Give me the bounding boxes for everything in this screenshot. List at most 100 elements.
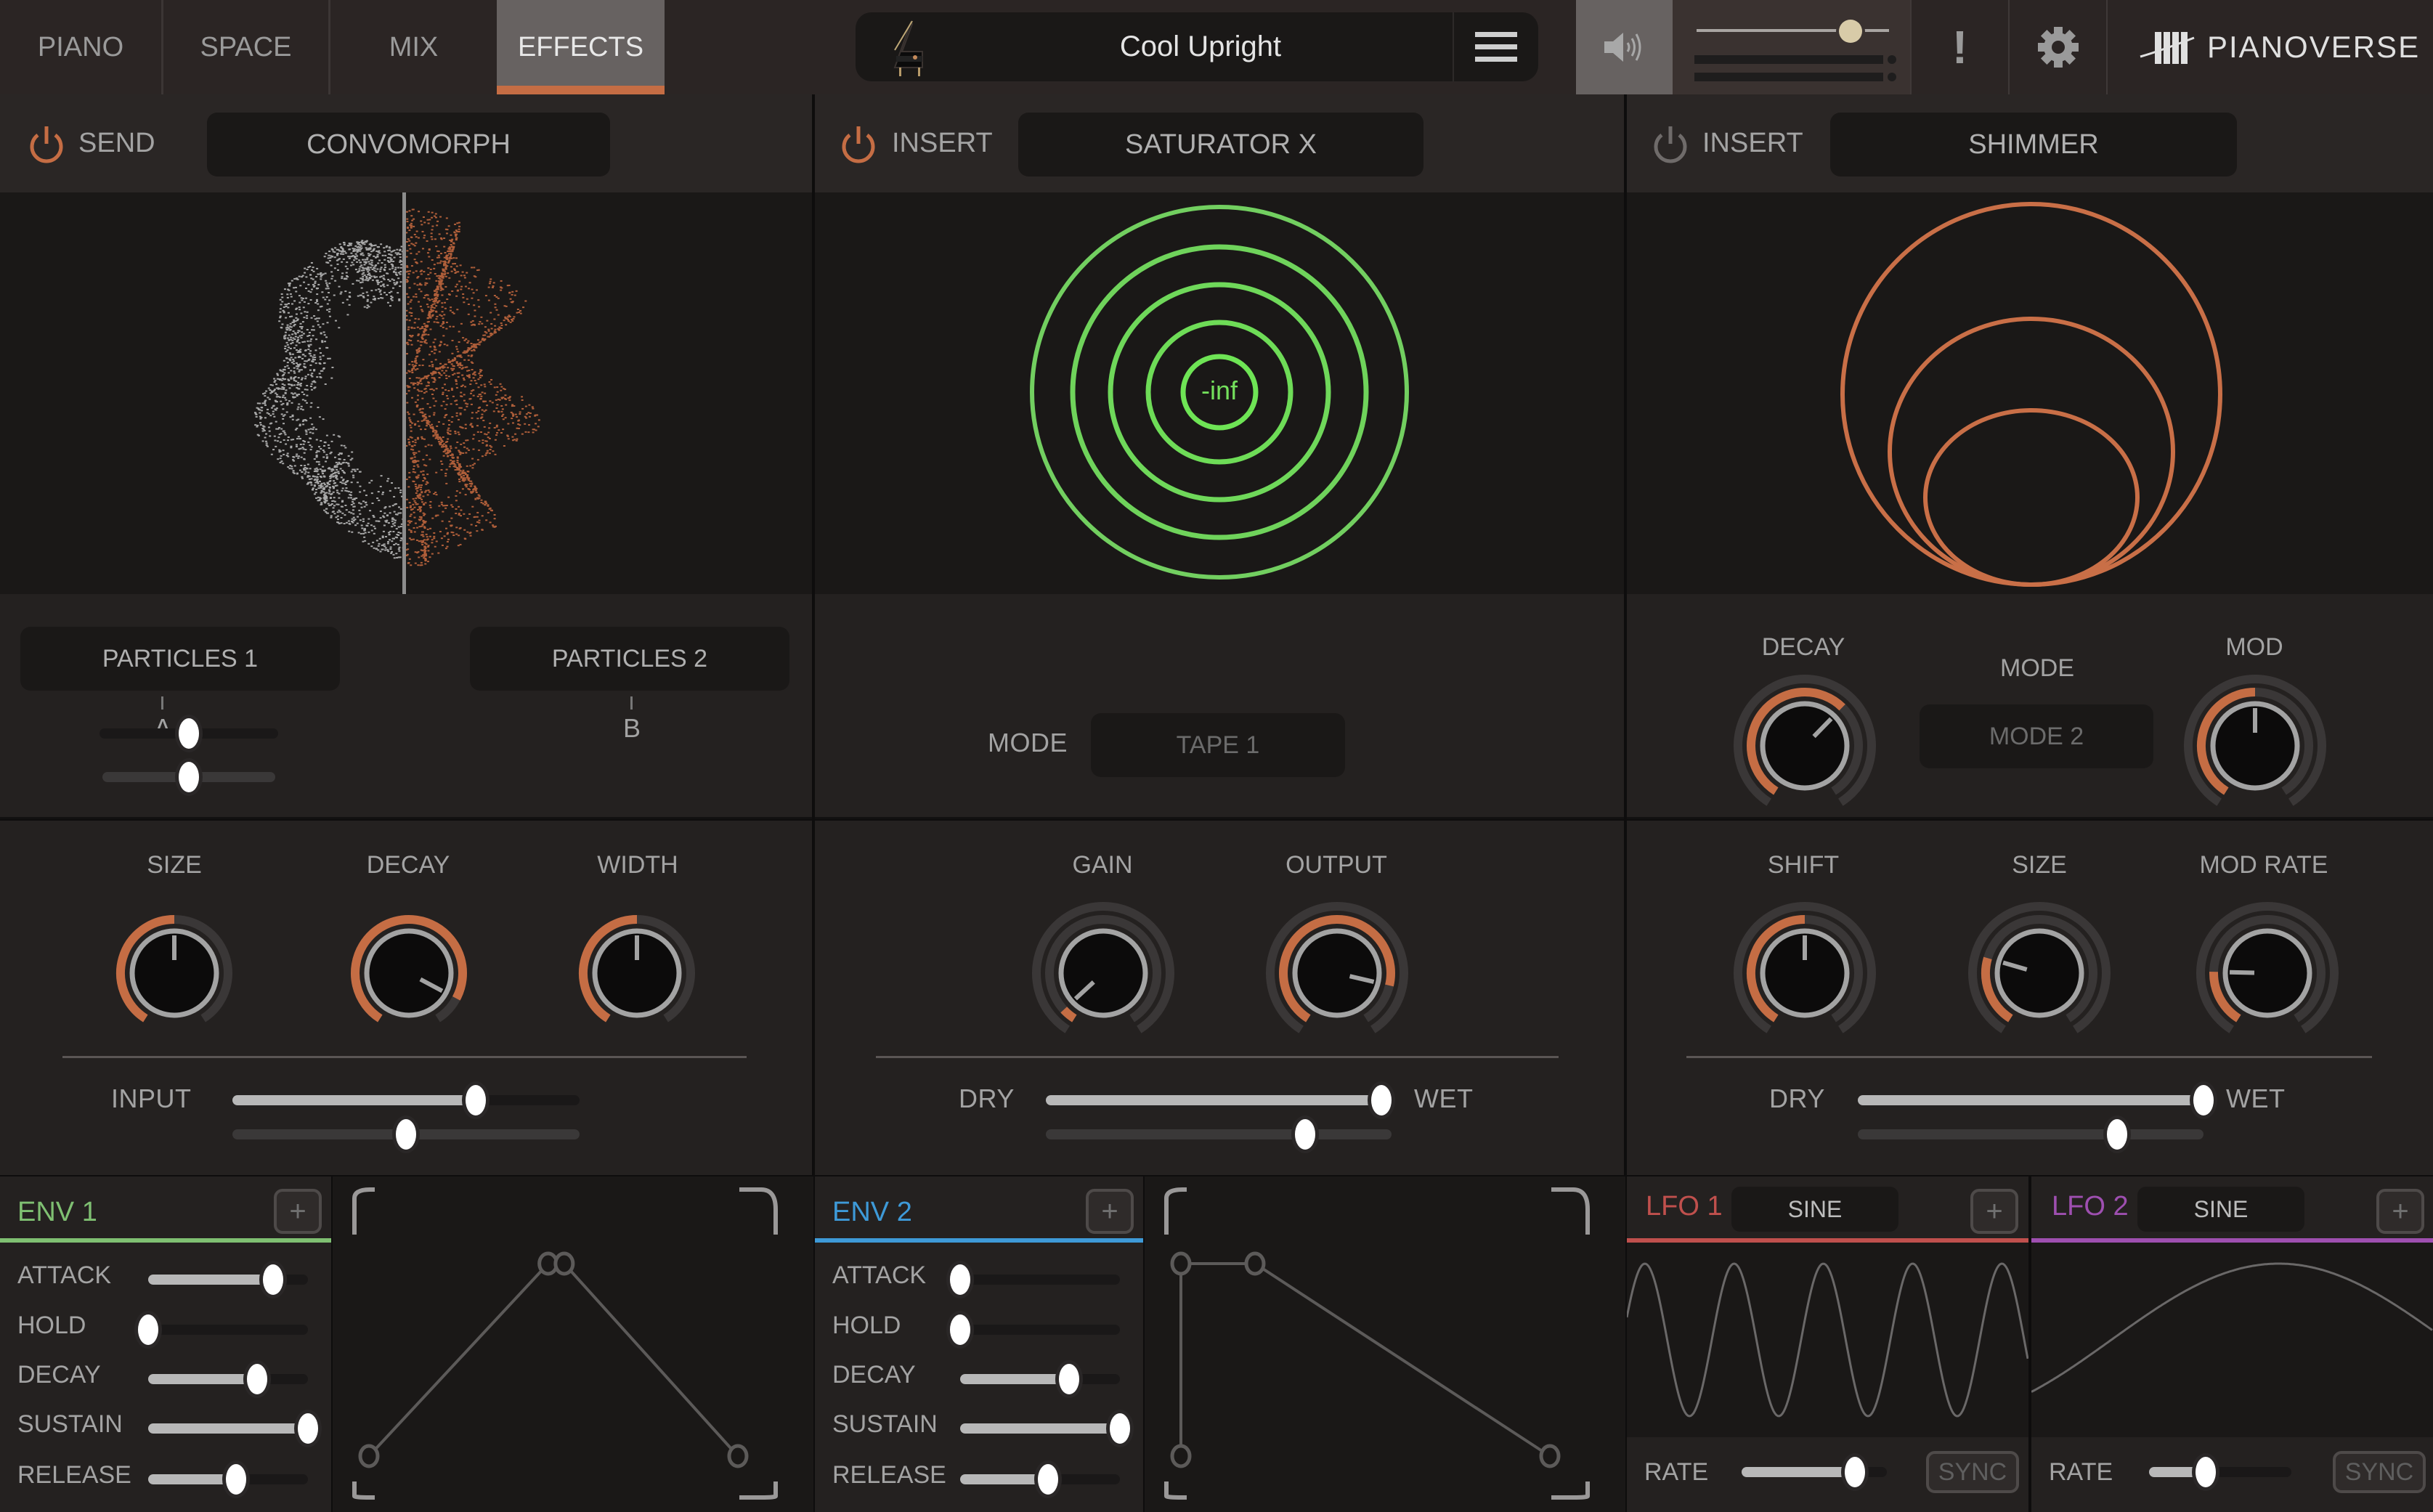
particle-b (446, 229, 449, 231)
lfo2-title[interactable]: LFO 2 (2052, 1191, 2129, 1222)
particles-1-button[interactable]: PARTICLES 1 (20, 627, 340, 691)
power-icon[interactable] (28, 125, 65, 166)
width-knob[interactable] (561, 897, 713, 1049)
particle-a (387, 541, 390, 543)
lfo2-shape-selector[interactable]: SINE (2137, 1187, 2304, 1232)
effect-name-selector[interactable]: CONVOMORPH (207, 113, 610, 176)
particle-a (292, 330, 295, 333)
envelope-node[interactable] (727, 1444, 749, 1468)
dry-wet-slider[interactable] (1858, 1085, 2214, 1115)
master-volume-thumb[interactable] (1839, 20, 1862, 43)
particle-b (427, 545, 430, 547)
mod-rate-knob[interactable] (2191, 897, 2344, 1049)
env-hold-slider[interactable] (138, 1314, 308, 1345)
particle-b (505, 404, 508, 406)
env-attack-slider[interactable] (950, 1264, 1120, 1295)
settings-button[interactable] (2010, 0, 2106, 94)
decay-knob[interactable] (333, 897, 485, 1049)
lfo1-add-button[interactable]: + (1970, 1189, 2018, 1234)
effect-name-selector[interactable]: SATURATOR X (1018, 113, 1423, 176)
power-icon[interactable] (840, 125, 877, 166)
env-release-slider[interactable] (148, 1464, 308, 1495)
particle-b (436, 262, 439, 264)
mode-selector[interactable]: MODE 2 (1920, 704, 2153, 768)
particle-a (359, 266, 362, 268)
size-knob[interactable] (98, 897, 251, 1049)
alert-button[interactable]: ! (1912, 0, 2008, 94)
envelope-node[interactable] (1170, 1251, 1192, 1276)
particle-a (352, 500, 354, 503)
input-mod-slider[interactable] (232, 1119, 580, 1150)
envelope-node[interactable] (553, 1251, 575, 1276)
tab-mix[interactable]: MIX (330, 0, 497, 94)
particle-a (378, 290, 381, 293)
lfo2-add-button[interactable]: + (2376, 1189, 2424, 1234)
env-sustain-slider[interactable] (148, 1413, 318, 1444)
env1-graph[interactable] (333, 1176, 813, 1512)
tab-piano[interactable]: PIANO (0, 0, 163, 94)
power-icon[interactable] (1652, 125, 1689, 166)
particle-b (410, 227, 413, 229)
morph-mod-slider[interactable] (102, 762, 275, 792)
envelope-node[interactable] (358, 1444, 380, 1468)
env-hold-slider[interactable] (950, 1314, 1120, 1345)
env-release-slider[interactable] (960, 1464, 1120, 1495)
envelope-node[interactable] (1244, 1251, 1266, 1276)
lfo1-shape-selector[interactable]: SINE (1731, 1187, 1898, 1232)
particle-a (304, 360, 306, 362)
size-knob[interactable] (1963, 897, 2116, 1049)
dry-wet-slider[interactable] (1046, 1085, 1392, 1115)
env1-color-bar (0, 1238, 331, 1243)
output-knob[interactable] (1261, 897, 1413, 1049)
env1-curve[interactable] (333, 1176, 813, 1512)
env-sustain-slider[interactable] (960, 1413, 1130, 1444)
lfo1-title[interactable]: LFO 1 (1646, 1191, 1723, 1222)
env2-graph[interactable] (1145, 1176, 1625, 1512)
mod-knob[interactable] (2179, 670, 2331, 822)
lfo1-rate-slider[interactable] (1742, 1457, 1887, 1487)
lfo2-rate-slider[interactable] (2149, 1457, 2291, 1487)
tab-effects[interactable]: EFFECTS (497, 0, 665, 94)
particle-a (354, 269, 357, 271)
particle-a (279, 308, 282, 310)
env2-add-button[interactable]: + (1086, 1189, 1134, 1234)
particle-a (320, 278, 322, 280)
env1-title[interactable]: ENV 1 (17, 1197, 97, 1228)
env2-title[interactable]: ENV 2 (832, 1197, 912, 1228)
particle-a (393, 270, 396, 272)
env-decay-slider[interactable] (960, 1364, 1120, 1394)
hamburger-menu-icon[interactable] (1453, 12, 1538, 81)
lfo2-sync-button[interactable]: SYNC (2333, 1451, 2426, 1493)
env2-curve[interactable] (1145, 1176, 1625, 1512)
shift-knob[interactable] (1729, 897, 1881, 1049)
particle-b (445, 328, 448, 330)
morph-slider[interactable] (99, 718, 278, 749)
particle-b (458, 407, 461, 409)
tab-space[interactable]: SPACE (163, 0, 330, 94)
particle-b (409, 506, 412, 508)
env-decay-slider[interactable] (148, 1364, 308, 1394)
speaker-button[interactable] (1576, 0, 1673, 94)
env-attack-slider[interactable] (148, 1264, 308, 1295)
preset-selector[interactable]: Cool Upright (856, 12, 1538, 81)
effect-name-selector[interactable]: SHIMMER (1830, 113, 2237, 176)
mode-selector[interactable]: TAPE 1 (1091, 713, 1345, 777)
particle-b (443, 274, 446, 276)
particle-a (391, 518, 394, 520)
particle-a (356, 255, 359, 257)
morph-divider-handle[interactable] (402, 192, 406, 594)
particle-a (381, 535, 384, 537)
shimmer-decay-knob[interactable] (1729, 670, 1881, 822)
lfo1-sync-button[interactable]: SYNC (1926, 1451, 2019, 1493)
particle-b (519, 424, 521, 426)
envelope-node[interactable] (1539, 1444, 1561, 1468)
dry-wet-mod-slider[interactable] (1858, 1119, 2203, 1150)
dry-wet-mod-slider[interactable] (1046, 1119, 1392, 1150)
particle-b (450, 363, 453, 365)
gain-knob[interactable] (1027, 897, 1179, 1049)
envelope-node[interactable] (1170, 1444, 1192, 1468)
particles-2-button[interactable]: PARTICLES 2 (470, 627, 789, 691)
clip-indicator-right (1888, 73, 1896, 81)
input-slider[interactable] (232, 1085, 580, 1115)
env1-add-button[interactable]: + (274, 1189, 322, 1234)
